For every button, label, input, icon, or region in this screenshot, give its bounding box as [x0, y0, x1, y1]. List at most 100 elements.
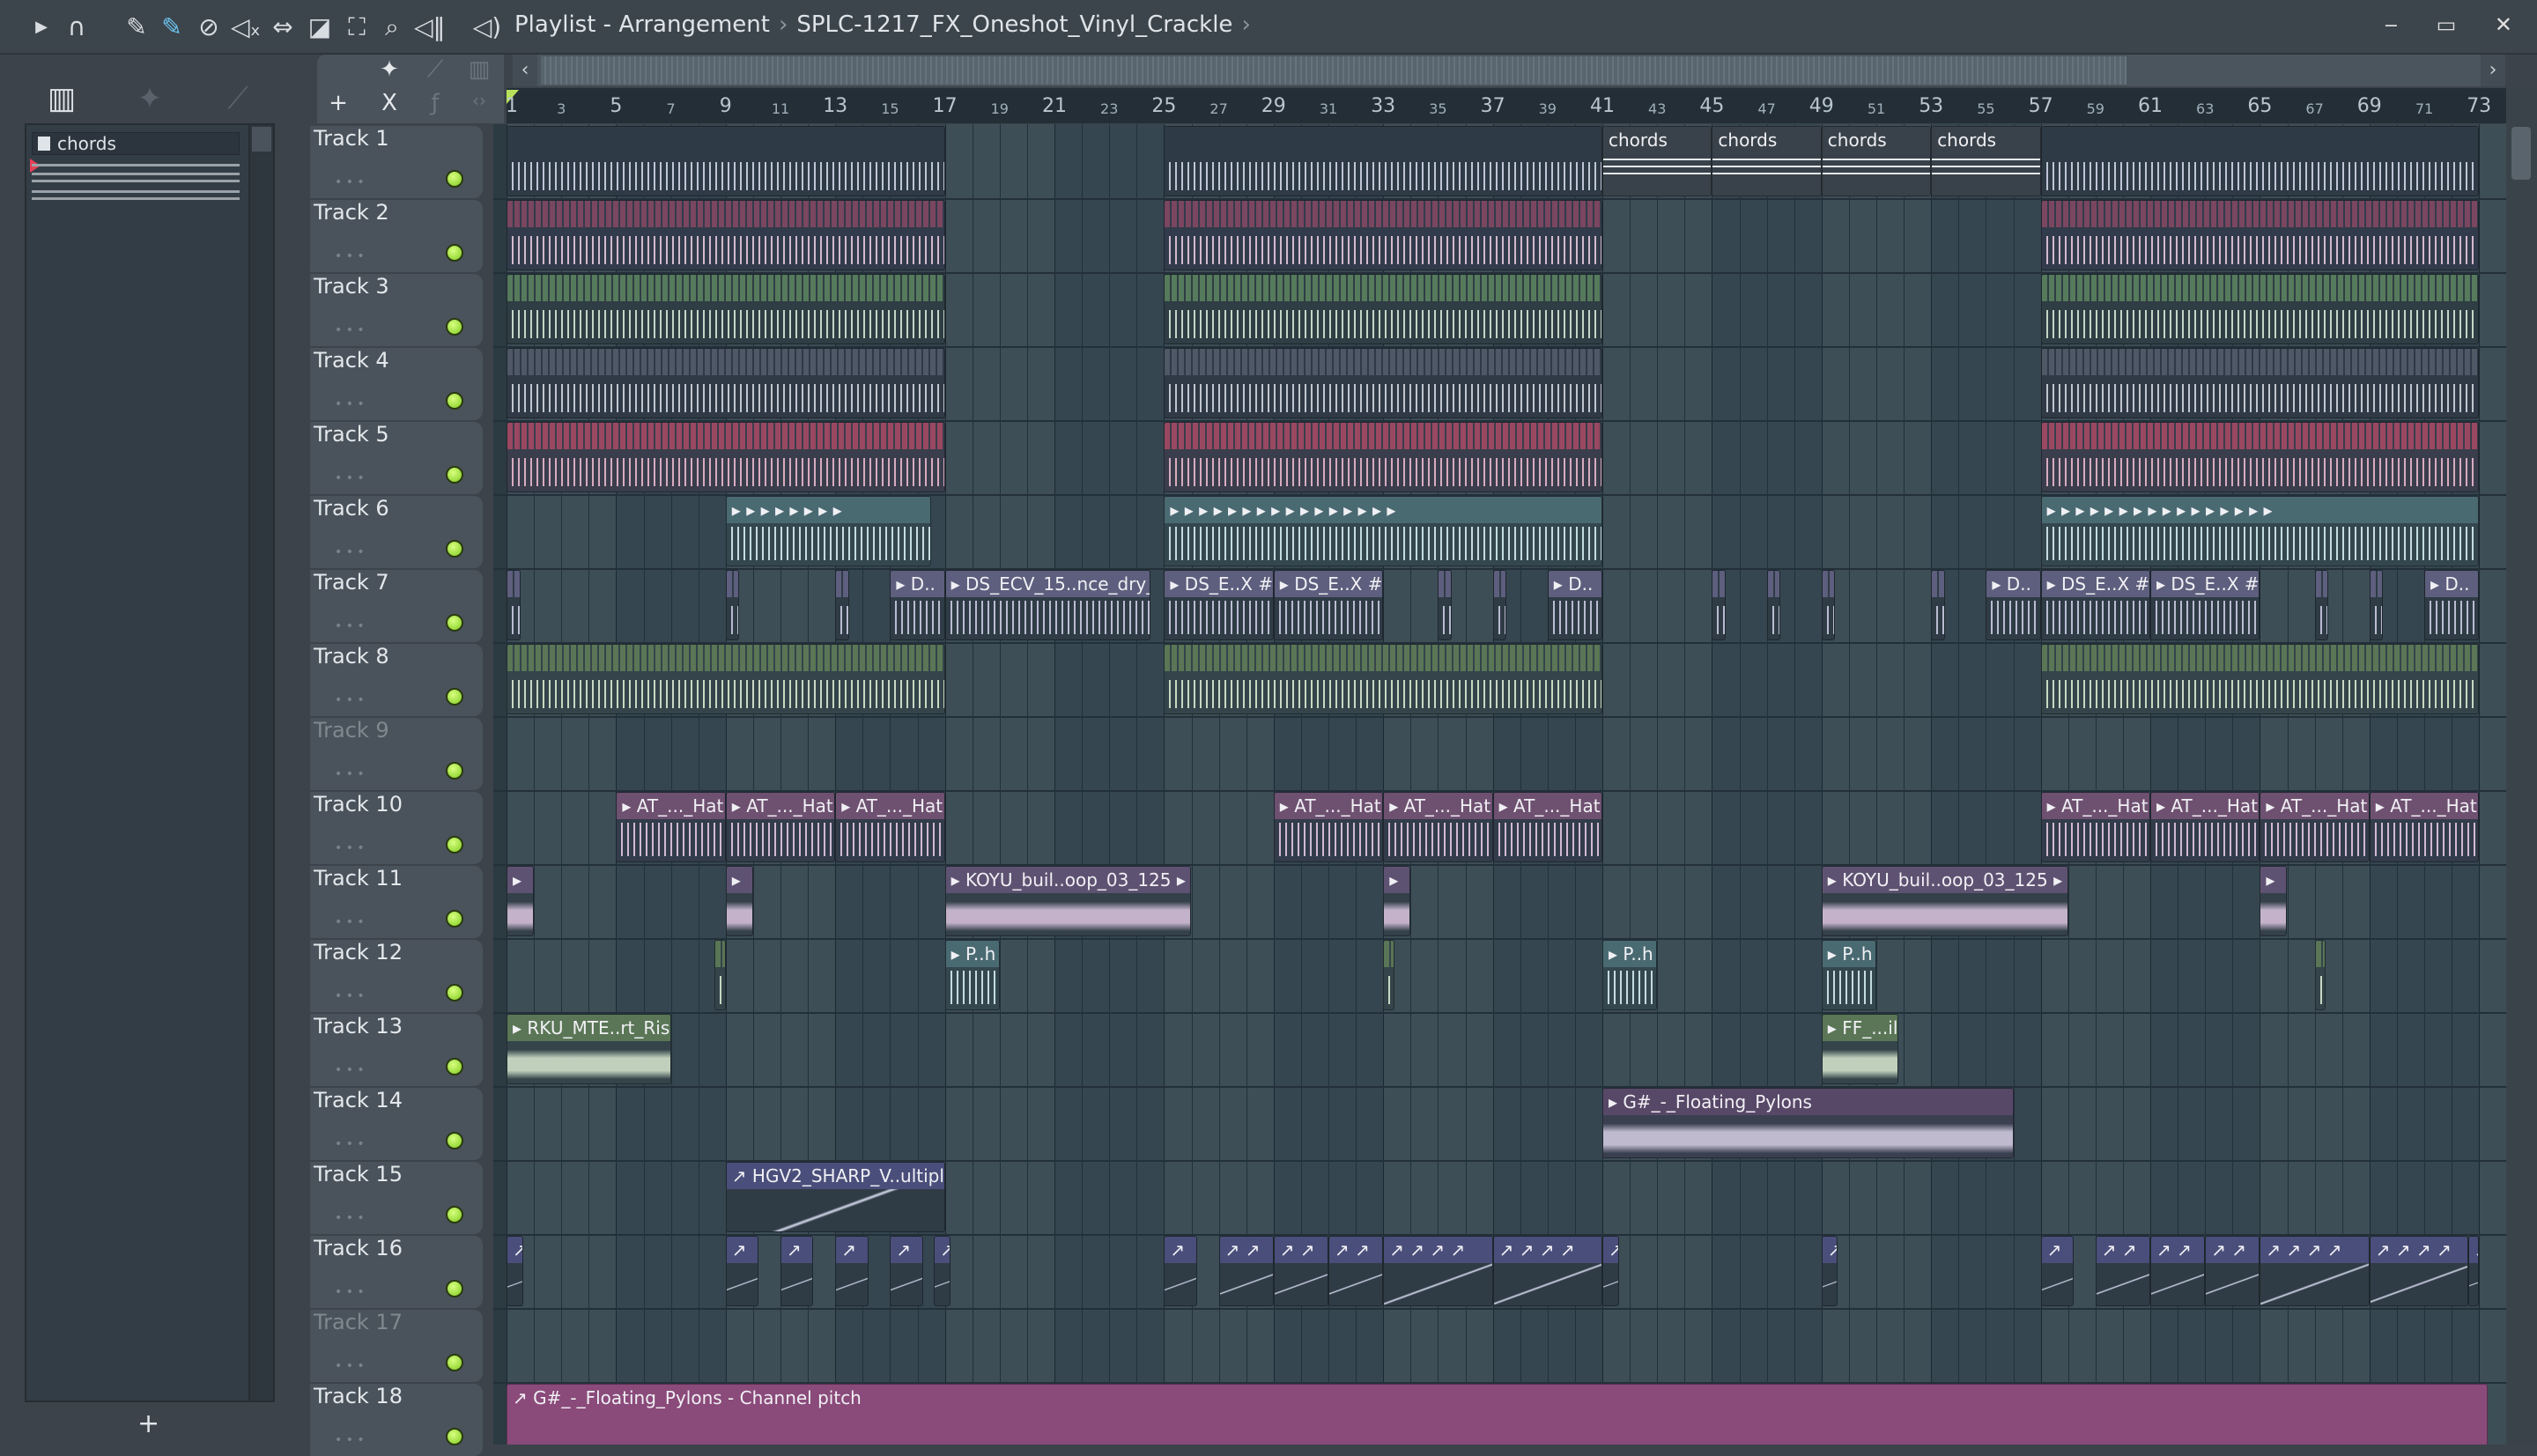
track-header[interactable]: Track 9 • • • [310, 718, 483, 790]
audio-clip-icon[interactable]: ✦ [123, 81, 176, 125]
clip-header[interactable]: ▸ D.. [891, 571, 944, 597]
pencil-icon[interactable]: ✎ [122, 12, 152, 42]
clip[interactable]: ▸ DS_ECV_15..nce_dry_X [944, 570, 1150, 640]
clip-header[interactable]: ↗ ↗ ↗ ↗ [1384, 1237, 1492, 1263]
clip[interactable]: chords [1931, 126, 2041, 196]
clip[interactable]: chords [1602, 126, 1712, 196]
clip-header[interactable] [2041, 275, 2479, 301]
clip-header[interactable] [2370, 571, 2383, 597]
clip-header[interactable] [2041, 645, 2479, 671]
clip[interactable] [2040, 644, 2480, 714]
clip-header[interactable]: ▸ AT_..._Hat [1493, 793, 1601, 819]
clip-header[interactable] [1165, 275, 1601, 301]
clip-header[interactable] [1712, 571, 1725, 597]
clip-header[interactable]: ▸ AT_..._Hat [2151, 793, 2260, 819]
clip-header[interactable] [507, 423, 944, 449]
clip[interactable] [1931, 570, 1945, 640]
clip-header[interactable]: ↗ [507, 1237, 522, 1263]
clip[interactable]: ↗ ↗ ↗ ↗ [1383, 1236, 1493, 1306]
track-name[interactable]: Track 9 [314, 718, 389, 743]
track-header[interactable]: Track 18 • • • [310, 1384, 483, 1456]
clip-header[interactable]: ↗ [781, 1237, 813, 1263]
clip-header[interactable]: ▸ KOYU_buil..oop_03_125 ▸ [1822, 867, 2067, 893]
clip[interactable]: ▸ D.. [890, 570, 945, 640]
clip-header[interactable]: ▸ AT_..._Hat [1274, 793, 1383, 819]
clip-header[interactable]: ↗ [891, 1237, 922, 1263]
clip[interactable] [2040, 200, 2480, 270]
clip[interactable]: ↗ ↗ [1273, 1236, 1328, 1306]
track-header[interactable]: Track 2 • • • [310, 200, 483, 272]
clip-header[interactable]: ↗ ↗ [2096, 1237, 2149, 1263]
clip-header[interactable] [1165, 127, 1601, 153]
clip[interactable]: ↗ ↗ [2095, 1236, 2150, 1306]
clip-header[interactable]: ↗ [935, 1237, 950, 1263]
track-options-icon[interactable]: • • • [335, 915, 365, 929]
clip-header[interactable]: ↗ ↗ [1329, 1237, 1383, 1263]
clip-header[interactable]: ↗ [2468, 1237, 2479, 1263]
track-header[interactable]: Track 11 • • • [310, 866, 483, 938]
clip[interactable]: ↗ [1164, 1236, 1197, 1306]
mute-icon[interactable]: ◁ₓ [231, 12, 261, 42]
clip-header[interactable]: ↗ [1165, 1237, 1196, 1263]
clip[interactable]: ▸ AT_..._Hat [1273, 792, 1384, 862]
clip[interactable] [507, 348, 945, 418]
clip[interactable]: ▸ AT_..._Hat [1383, 792, 1493, 862]
clip[interactable] [507, 644, 945, 714]
clip[interactable]: ▸ [725, 866, 753, 936]
clip[interactable] [1383, 940, 1394, 1010]
clip[interactable] [1492, 570, 1507, 640]
pattern-tracks-icon[interactable]: ▥ [462, 56, 497, 83]
scroll-left-button[interactable]: ‹ [513, 55, 537, 86]
magnet-snap-icon[interactable]: ∩ [62, 12, 92, 42]
clip-header[interactable]: chords [1712, 127, 1821, 153]
clip[interactable] [2314, 940, 2326, 1010]
clip[interactable]: ▸ D.. [2424, 570, 2480, 640]
track-enable-led[interactable] [446, 1428, 463, 1445]
clip[interactable]: chords [1821, 126, 1932, 196]
clip-header[interactable]: ↗ [1822, 1237, 1838, 1263]
clip[interactable] [714, 940, 726, 1010]
clip-header[interactable] [1165, 645, 1601, 671]
clip[interactable]: ▸ AT_..._Hat [835, 792, 945, 862]
track-header[interactable]: Track 5 • • • [310, 422, 483, 494]
track-enable-led[interactable] [446, 466, 463, 484]
clip[interactable]: ▸ RKU_MTE..rt_Rise [507, 1014, 671, 1084]
clip[interactable] [1164, 126, 1602, 196]
track-header[interactable]: Track 16 • • • [310, 1236, 483, 1308]
clip[interactable]: ↗ ↗ [1218, 1236, 1274, 1306]
add-track-button[interactable]: + [321, 90, 356, 116]
clip[interactable]: ↗ [1821, 1236, 1838, 1306]
track-options-icon[interactable]: • • • [335, 545, 365, 559]
clip-header[interactable] [1165, 423, 1601, 449]
track-enable-led[interactable] [446, 688, 463, 706]
clip[interactable]: ↗ [2040, 1236, 2074, 1306]
track-name[interactable]: Track 3 [314, 274, 389, 299]
clip-header[interactable]: ▸ FF_...il [1822, 1015, 1897, 1041]
clip-header[interactable]: ▸ P..h [945, 941, 999, 967]
clip[interactable] [1164, 644, 1602, 714]
track-enable-led[interactable] [446, 244, 463, 262]
clip[interactable]: ▸ AT_..._Hat [725, 792, 836, 862]
track-options-icon[interactable]: • • • [335, 767, 365, 781]
clip[interactable] [1164, 200, 1602, 270]
track-enable-led[interactable] [446, 1354, 463, 1371]
track-options-icon[interactable]: • • • [335, 1433, 365, 1447]
paint-brush-icon[interactable]: ✎ [157, 12, 187, 42]
track-name[interactable]: Track 16 [314, 1236, 403, 1260]
track-options-icon[interactable]: • • • [335, 1285, 365, 1299]
clip-header[interactable] [1767, 571, 1780, 597]
clip[interactable] [2040, 274, 2480, 344]
clip[interactable] [2040, 348, 2480, 418]
track-options-icon[interactable]: • • • [335, 175, 365, 189]
clip[interactable]: ▸ AT_..._Hat [2260, 792, 2370, 862]
clip-header[interactable]: ↗ ↗ [1219, 1237, 1273, 1263]
clip-header[interactable]: ▸ D.. [1548, 571, 1601, 597]
track-name[interactable]: Track 12 [314, 940, 403, 965]
clip[interactable]: ▸ P..h [1602, 940, 1658, 1010]
clip-header[interactable] [1165, 349, 1601, 375]
clip[interactable]: ↗ [890, 1236, 923, 1306]
clip[interactable] [2040, 422, 2480, 492]
clip[interactable]: ↗ HGV2_SHARP_V..ultiplier [725, 1162, 945, 1232]
clip-header[interactable]: ▸ AT_..._Hat [1384, 793, 1492, 819]
audio-tracks-icon[interactable]: ✦ [372, 56, 407, 83]
